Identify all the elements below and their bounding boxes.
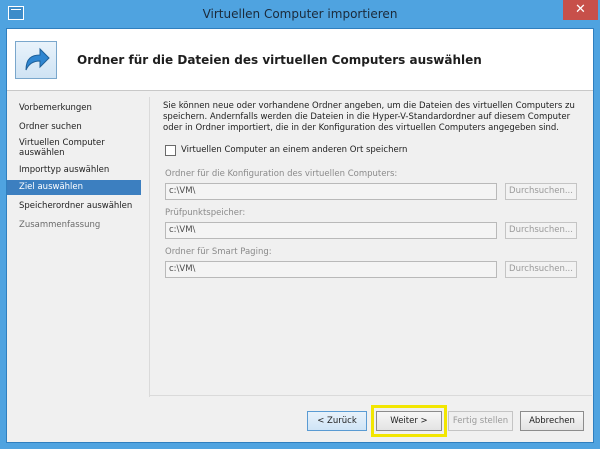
nav-step-vorbemerkungen[interactable]: Vorbemerkungen xyxy=(7,103,141,113)
alt-location-checkbox[interactable] xyxy=(165,145,176,156)
smart-paging-browse-button[interactable]: Durchsuchen... xyxy=(505,261,577,278)
wizard-header: Ordner für die Dateien des virtuellen Co… xyxy=(7,29,593,91)
config-folder-input[interactable]: c:\VM\ xyxy=(165,183,497,200)
close-button[interactable]: ✕ xyxy=(563,0,598,20)
smart-paging-label: Ordner für Smart Paging: xyxy=(165,247,272,257)
title-bar[interactable]: Virtuellen Computer importieren ✕ xyxy=(0,0,600,28)
window-title: Virtuellen Computer importieren xyxy=(202,7,398,21)
footer-divider xyxy=(150,395,592,396)
smart-paging-input[interactable]: c:\VM\ xyxy=(165,261,497,278)
checkpoint-store-label: Prüfpunktspeicher: xyxy=(165,208,246,218)
nav-step-importtyp[interactable]: Importtyp auswählen xyxy=(7,165,141,175)
config-folder-browse-button[interactable]: Durchsuchen... xyxy=(505,183,577,200)
arrow-forward-icon xyxy=(15,41,57,79)
next-button-highlight xyxy=(371,405,447,437)
wizard-content: Sie können neue oder vorhandene Ordner a… xyxy=(157,91,587,391)
nav-step-ziel-auswaehlen[interactable]: Ziel auswählen xyxy=(7,180,141,195)
nav-step-speicherordner[interactable]: Speicherordner auswählen xyxy=(7,201,141,211)
wizard-step-nav: Vorbemerkungen Ordner suchen Virtuellen … xyxy=(7,97,141,442)
finish-button: Fertig stellen xyxy=(448,411,513,431)
alt-location-label[interactable]: Virtuellen Computer an einem anderen Ort… xyxy=(181,145,407,155)
back-button[interactable]: < Zurück xyxy=(307,411,367,431)
intro-text: Sie können neue oder vorhandene Ordner a… xyxy=(163,101,575,133)
checkpoint-store-browse-button[interactable]: Durchsuchen... xyxy=(505,222,577,239)
page-title: Ordner für die Dateien des virtuellen Co… xyxy=(77,53,482,67)
nav-step-ordner-suchen[interactable]: Ordner suchen xyxy=(7,122,141,132)
wizard-client-area: Ordner für die Dateien des virtuellen Co… xyxy=(6,28,594,443)
nav-divider xyxy=(149,97,150,397)
nav-step-computer-auswaehlen[interactable]: Virtuellen Computer auswählen xyxy=(7,138,107,158)
import-wizard-window: Virtuellen Computer importieren ✕ Ordner… xyxy=(0,0,600,449)
checkpoint-store-input[interactable]: c:\VM\ xyxy=(165,222,497,239)
config-folder-label: Ordner für die Konfiguration des virtuel… xyxy=(165,169,398,179)
nav-step-zusammenfassung: Zusammenfassung xyxy=(19,220,101,230)
cancel-button[interactable]: Abbrechen xyxy=(520,411,584,431)
